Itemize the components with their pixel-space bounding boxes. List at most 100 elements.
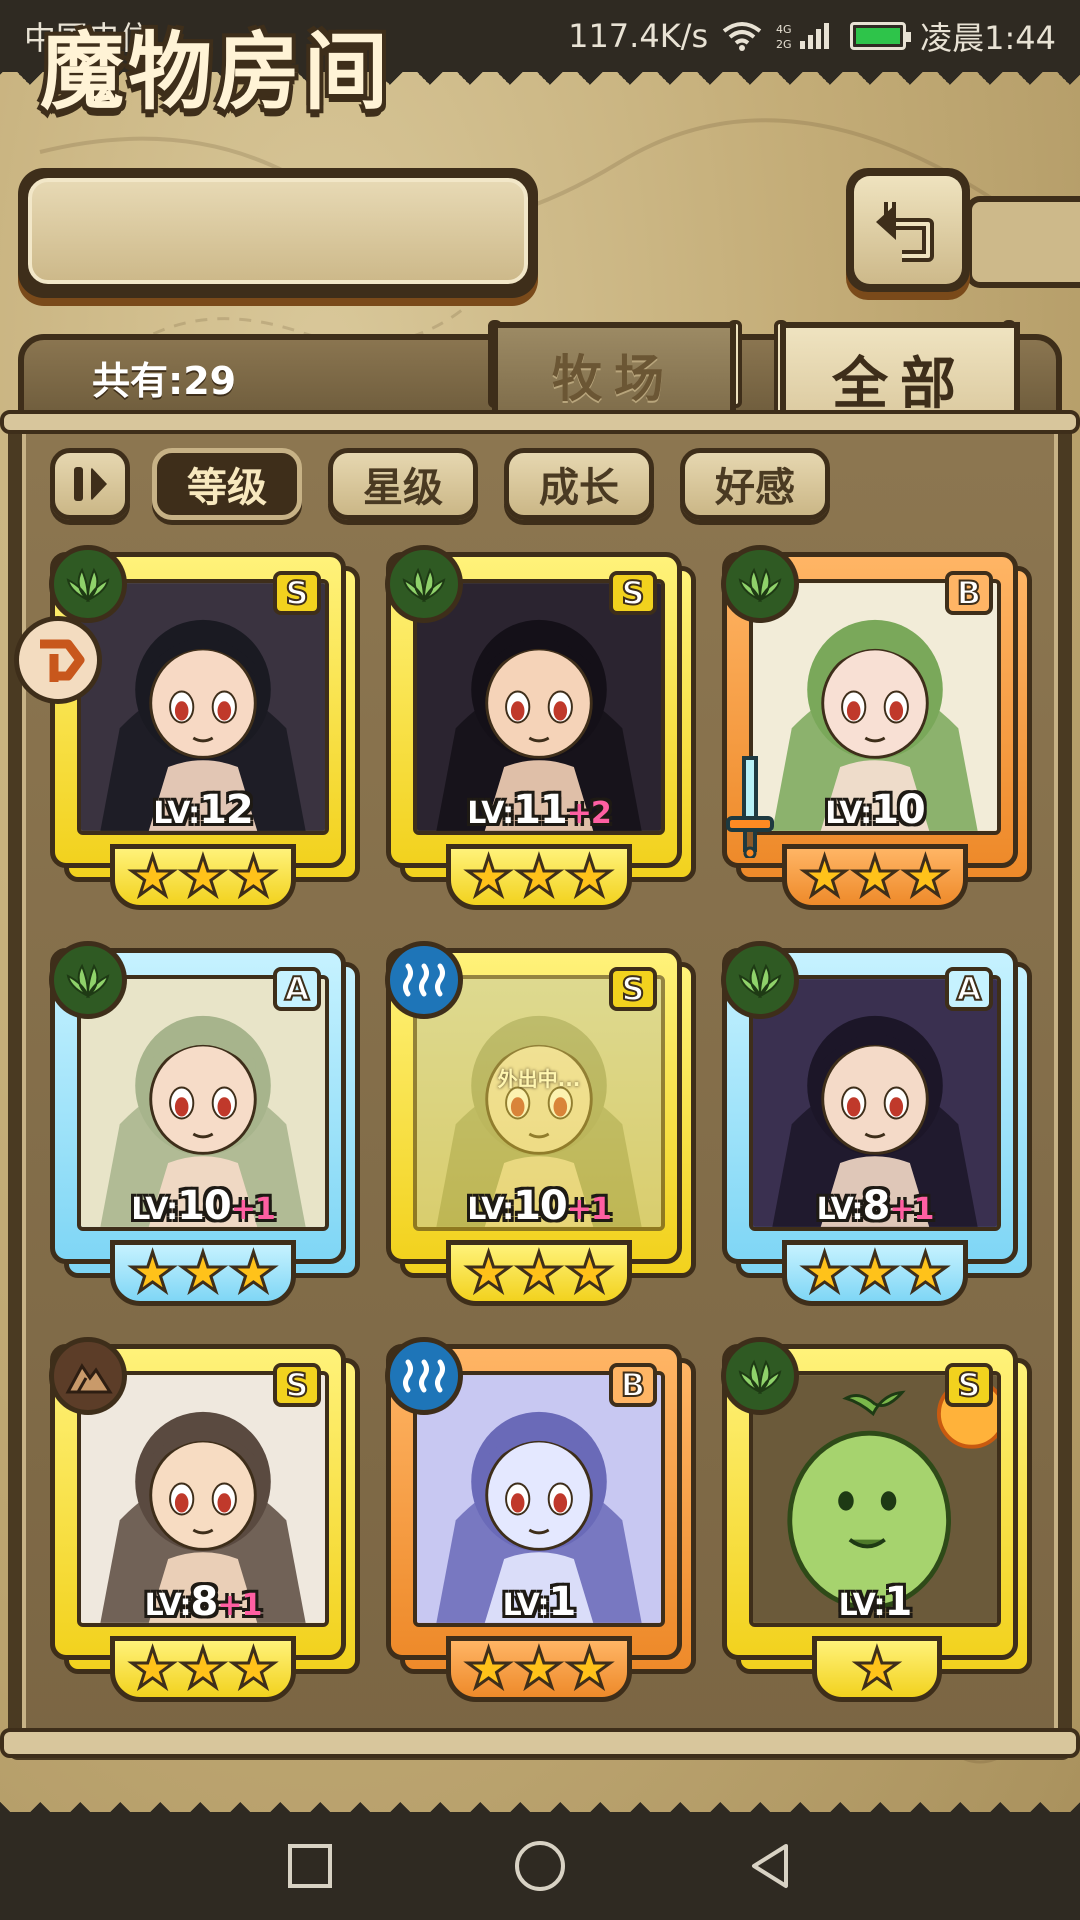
card-frame: A LV:8+1 [721,941,1018,1264]
monster-card[interactable]: S LV:12 ★ ★ ★ [49,545,360,922]
sword-equipment-icon [726,756,774,858]
star-rating: ★ ★ ★ [110,844,296,910]
level-prefix: LV: [144,1588,192,1623]
tab-pasture[interactable]: 牧场 [492,322,736,422]
team-leader-badge [14,616,102,704]
star-icon: ★ [851,1637,902,1700]
star-icon: ★ [228,845,279,908]
cellular-signal-icon: 4G 2G [776,23,830,51]
monster-card[interactable]: B LV:10 ★ ★ ★ [721,545,1032,922]
sort-by-stars-button[interactable]: 星级 [328,448,478,520]
sort-by-growth-button[interactable]: 成长 [504,448,654,520]
star-rating: ★ ★ ★ [782,1240,968,1306]
star-icon: ★ [799,845,850,908]
star-icon: ★ [513,1637,564,1700]
element-water-icon [385,1337,463,1415]
monster-card[interactable]: S 外出中... LV:10+1 ★ ★ ★ [385,941,696,1318]
wifi-icon [722,22,762,51]
level-prefix: LV: [816,1192,864,1227]
sort-by-affection-button[interactable]: 好感 [680,448,830,520]
element-earth-icon [49,1337,127,1415]
star-icon: ★ [127,845,178,908]
level-bonus: +1 [889,1192,934,1227]
level-value: 1 [548,1579,577,1625]
star-rating: ★ ★ ★ [110,1240,296,1306]
star-icon: ★ [228,1637,279,1700]
card-frame: S 外出中... LV:10+1 [385,941,682,1264]
card-frame: S LV:8+1 [49,1337,346,1660]
monster-card[interactable]: A LV:8+1 ★ ★ ★ [721,941,1032,1318]
level-prefix: LV: [838,1588,886,1623]
level-bonus: +1 [217,1588,262,1623]
star-icon: ★ [463,1637,514,1700]
return-arrow-icon [876,202,934,262]
level-label: LV:12 [55,787,351,833]
star-icon: ★ [177,1241,228,1304]
arrow-emblem-icon [40,639,85,682]
card-frame: S LV:12 [49,545,346,868]
level-label: LV:10+1 [391,1183,687,1229]
panel-top-rail [0,410,1080,434]
monster-card[interactable]: S LV:1 ★ [721,1337,1032,1714]
element-water-icon [385,941,463,1019]
system-nav-bar [0,1812,1080,1920]
level-prefix: LV: [467,1192,514,1227]
star-icon: ★ [177,1637,228,1700]
star-rating: ★ ★ ★ [446,1240,632,1306]
level-label: LV:8+1 [55,1579,351,1625]
back-icon [752,1844,788,1888]
star-rating: ★ ★ ★ [446,1636,632,1702]
level-prefix: LV: [825,796,872,831]
monster-card[interactable]: A LV:10+1 ★ ★ ★ [49,941,360,1318]
star-icon: ★ [564,1241,615,1304]
rank-badge: B [609,1363,657,1407]
star-icon: ★ [127,1241,178,1304]
sort-by-level-button[interactable]: 等级 [152,448,302,520]
level-value: 8 [862,1183,891,1229]
element-wood-icon [49,545,127,623]
page-title: 魔物房间 [40,21,393,121]
rank-badge: S [945,1363,993,1407]
monster-card[interactable]: S LV:8+1 ★ ★ ★ [49,1337,360,1714]
monster-card[interactable]: S LV:11+2 ★ ★ ★ [385,545,696,922]
level-bonus: +1 [566,1192,612,1227]
star-icon: ★ [849,1241,900,1304]
card-frame: S LV:11+2 [385,545,682,868]
monster-card[interactable]: B LV:1 ★ ★ ★ [385,1337,696,1714]
svg-text:2G: 2G [776,38,792,51]
level-bonus: +2 [566,796,612,831]
level-value: 11 [513,787,568,833]
back-button[interactable] [846,168,970,292]
level-label: LV:8+1 [727,1183,1023,1229]
title-banner [18,168,538,298]
level-prefix: LV: [502,1588,550,1623]
star-icon: ★ [900,845,951,908]
rank-badge: S [609,571,657,615]
star-icon: ★ [463,845,514,908]
star-icon: ★ [900,1241,951,1304]
level-value: 10 [177,1183,232,1229]
rank-badge: S [273,571,321,615]
star-rating: ★ ★ ★ [446,844,632,910]
star-icon: ★ [463,1241,514,1304]
star-icon: ★ [564,845,615,908]
network-speed: 117.4K/s [568,17,709,55]
sort-direction-icon [73,467,107,501]
level-label: LV:1 [391,1579,687,1625]
level-label: LV:1 [727,1579,1023,1625]
rank-badge: S [273,1363,321,1407]
star-icon: ★ [177,845,228,908]
level-prefix: LV: [467,796,514,831]
level-value: 1 [884,1579,913,1625]
home-button[interactable] [510,1836,570,1896]
panel-bottom-rail [0,1728,1080,1758]
element-wood-icon [721,545,799,623]
element-wood-icon [721,1337,799,1415]
level-bonus: +1 [230,1192,276,1227]
recent-apps-button[interactable] [280,1836,340,1896]
element-wood-icon [385,545,463,623]
level-value: 12 [199,787,254,833]
star-icon: ★ [513,1241,564,1304]
sort-order-toggle[interactable] [50,448,130,520]
nav-back-button[interactable] [740,1836,800,1896]
